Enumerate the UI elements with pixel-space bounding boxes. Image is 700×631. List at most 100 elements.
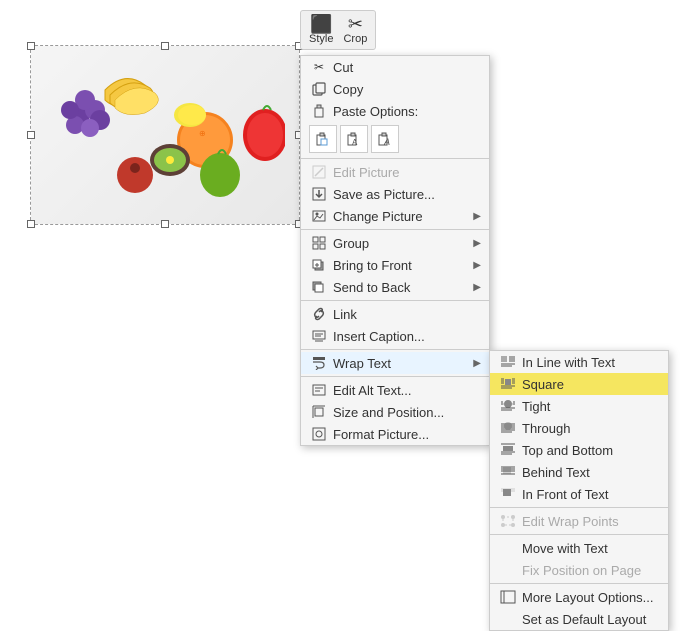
crop-icon: ✂ (348, 15, 363, 33)
save-as-picture-icon (309, 186, 329, 202)
size-and-position-icon (309, 404, 329, 420)
top-and-bottom-label: Top and Bottom (522, 443, 613, 458)
submenu-sep-3 (490, 583, 668, 584)
edit-alt-text-label: Edit Alt Text... (333, 383, 412, 398)
set-default-icon (498, 611, 518, 627)
fix-position-label: Fix Position on Page (522, 563, 641, 578)
submenu-more-layout[interactable]: More Layout Options... (490, 586, 668, 608)
menu-item-wrap-text[interactable]: Wrap Text ▶ In Line with Text Square (301, 352, 489, 374)
menu-item-link[interactable]: Link (301, 303, 489, 325)
fix-position-icon (498, 562, 518, 578)
menu-item-bring-to-front[interactable]: Bring to Front ▶ (301, 254, 489, 276)
save-as-picture-label: Save as Picture... (333, 187, 435, 202)
handle-tl[interactable] (27, 42, 35, 50)
handle-tm[interactable] (161, 42, 169, 50)
send-to-back-icon (309, 279, 329, 295)
more-layout-label: More Layout Options... (522, 590, 654, 605)
crop-label: Crop (343, 33, 367, 45)
menu-item-send-to-back[interactable]: Send to Back ▶ (301, 276, 489, 298)
insert-caption-label: Insert Caption... (333, 329, 425, 344)
context-menu: ✂ Cut Copy Paste Options: A A Edit Pictu… (300, 55, 490, 446)
handle-ml[interactable] (27, 131, 35, 139)
through-icon (498, 420, 518, 436)
wrap-text-arrow: ▶ (473, 358, 481, 369)
square-label: Square (522, 377, 564, 392)
behind-text-icon (498, 464, 518, 480)
bring-to-front-label: Bring to Front (333, 258, 412, 273)
menu-item-change-picture[interactable]: Change Picture ▶ (301, 205, 489, 227)
more-layout-icon (498, 589, 518, 605)
format-picture-icon (309, 426, 329, 442)
fruit-image: ⊕ (31, 46, 299, 224)
tight-label: Tight (522, 399, 550, 414)
separator-4 (301, 349, 489, 350)
edit-picture-icon (309, 164, 329, 180)
square-wrap-icon (498, 376, 518, 392)
menu-item-edit-alt-text[interactable]: Edit Alt Text... (301, 379, 489, 401)
separator-1 (301, 158, 489, 159)
submenu-in-front-of-text[interactable]: In Front of Text (490, 483, 668, 505)
group-arrow: ▶ (473, 238, 481, 249)
submenu-set-default[interactable]: Set as Default Layout (490, 608, 668, 630)
separator-2 (301, 229, 489, 230)
submenu-sep-1 (490, 507, 668, 508)
handle-bm[interactable] (161, 220, 169, 228)
edit-wrap-points-label: Edit Wrap Points (522, 514, 619, 529)
menu-item-group[interactable]: Group ▶ (301, 232, 489, 254)
image-container: ⊕ (30, 45, 300, 225)
group-icon (309, 235, 329, 251)
cut-label: Cut (333, 60, 353, 75)
menu-item-format-picture[interactable]: Format Picture... (301, 423, 489, 445)
wrap-text-icon (309, 355, 329, 371)
paste-btn-3[interactable]: A (371, 125, 399, 153)
svg-text:A: A (383, 137, 390, 147)
move-with-text-icon (498, 540, 518, 556)
paste-btn-1[interactable] (309, 125, 337, 153)
through-label: Through (522, 421, 570, 436)
change-picture-arrow: ▶ (473, 211, 481, 222)
submenu-move-with-text[interactable]: Move with Text (490, 537, 668, 559)
handle-bl[interactable] (27, 220, 35, 228)
wrap-text-label: Wrap Text (333, 356, 391, 371)
bring-to-front-arrow: ▶ (473, 260, 481, 271)
edit-picture-label: Edit Picture (333, 165, 399, 180)
edit-wrap-points-icon (498, 513, 518, 529)
menu-item-insert-caption[interactable]: Insert Caption... (301, 325, 489, 347)
format-picture-label: Format Picture... (333, 427, 429, 442)
style-icon: ⬛ (310, 15, 332, 33)
menu-item-cut[interactable]: ✂ Cut (301, 56, 489, 78)
bring-to-front-icon (309, 257, 329, 273)
link-label: Link (333, 307, 357, 322)
link-icon (309, 306, 329, 322)
menu-item-save-as-picture[interactable]: Save as Picture... (301, 183, 489, 205)
menu-item-paste-options: Paste Options: (301, 100, 489, 122)
submenu-square[interactable]: Square (490, 373, 668, 395)
fruit-svg: ⊕ (45, 60, 285, 210)
crop-button[interactable]: ✂ Crop (343, 15, 367, 45)
move-with-text-label: Move with Text (522, 541, 608, 556)
in-front-of-text-icon (498, 486, 518, 502)
menu-item-edit-picture: Edit Picture (301, 161, 489, 183)
size-and-position-label: Size and Position... (333, 405, 444, 420)
paste-btn-2[interactable]: A (340, 125, 368, 153)
submenu-fix-position: Fix Position on Page (490, 559, 668, 581)
style-button[interactable]: ⬛ Style (309, 15, 333, 45)
paste-options-icon (309, 103, 329, 119)
submenu-top-and-bottom[interactable]: Top and Bottom (490, 439, 668, 461)
submenu-tight[interactable]: Tight (490, 395, 668, 417)
separator-3 (301, 300, 489, 301)
top-and-bottom-icon (498, 442, 518, 458)
submenu-inline-with-text[interactable]: In Line with Text (490, 351, 668, 373)
send-to-back-label: Send to Back (333, 280, 410, 295)
separator-5 (301, 376, 489, 377)
submenu-through[interactable]: Through (490, 417, 668, 439)
wrap-text-submenu: In Line with Text Square Tight (489, 350, 669, 631)
cut-icon: ✂ (309, 59, 329, 75)
submenu-behind-text[interactable]: Behind Text (490, 461, 668, 483)
insert-caption-icon (309, 328, 329, 344)
menu-item-copy[interactable]: Copy (301, 78, 489, 100)
tight-icon (498, 398, 518, 414)
set-default-label: Set as Default Layout (522, 612, 646, 627)
submenu-edit-wrap-points: Edit Wrap Points (490, 510, 668, 532)
menu-item-size-and-position[interactable]: Size and Position... (301, 401, 489, 423)
